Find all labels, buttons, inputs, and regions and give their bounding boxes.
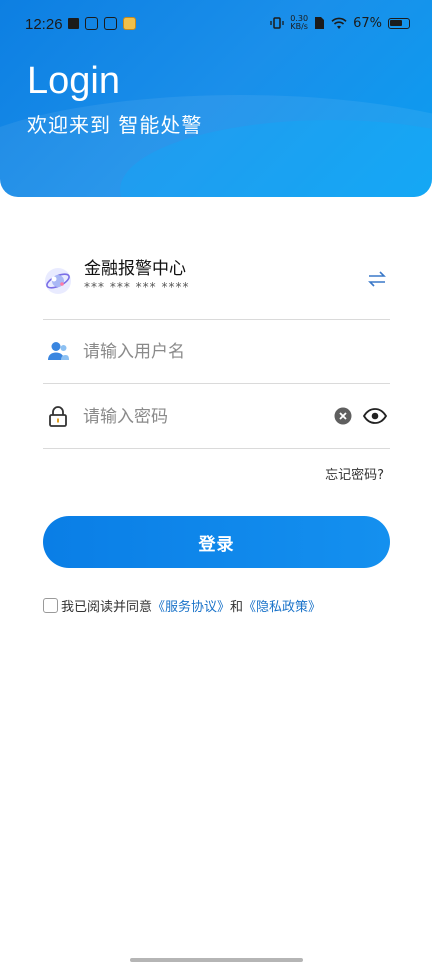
status-right: 0.30 KB/s 67% <box>270 15 410 31</box>
app-notification-icon <box>68 18 79 29</box>
switch-arrows-icon[interactable] <box>366 268 388 290</box>
wifi-icon <box>331 17 347 29</box>
page-title: Login <box>27 60 120 102</box>
agreement-row: 我已阅读并同意 《服务协议》 和 《隐私政策》 <box>43 596 321 615</box>
network-speed: 0.30 KB/s <box>290 15 308 31</box>
agreement-and: 和 <box>230 600 244 615</box>
page-subtitle: 欢迎来到 智能处警 <box>27 113 203 137</box>
clear-icon[interactable] <box>334 407 352 425</box>
speed-unit: KB/s <box>290 22 308 31</box>
sim-icon <box>315 17 325 29</box>
org-selector[interactable]: 金融报警中心 *** *** *** **** <box>43 246 390 320</box>
agreement-checkbox[interactable] <box>43 598 58 613</box>
notification-icons <box>68 17 136 30</box>
agreement-prefix: 我已阅读并同意 <box>61 600 153 615</box>
privacy-policy-link[interactable]: 《隐私政策》 <box>243 596 321 615</box>
lock-icon <box>49 406 67 427</box>
org-phone: *** *** *** **** <box>84 280 190 294</box>
user-icon <box>48 342 69 360</box>
alarm-center-logo <box>45 268 71 294</box>
battery-percent: 67% <box>353 15 382 31</box>
password-row <box>43 385 390 449</box>
battery-icon <box>388 17 410 29</box>
eye-icon[interactable] <box>363 406 387 426</box>
app-notification-icon <box>85 17 98 30</box>
forgot-password-link[interactable]: 忘记密码? <box>325 464 384 483</box>
status-time: 12:26 <box>25 16 63 33</box>
app-notification-icon <box>123 17 136 30</box>
login-button[interactable]: 登录 <box>43 516 390 568</box>
home-indicator[interactable] <box>130 958 303 962</box>
password-input[interactable] <box>83 403 323 431</box>
vibrate-icon <box>270 17 284 29</box>
app-notification-icon <box>104 17 117 30</box>
username-row <box>43 320 390 384</box>
status-bar: 12:26 0.30 KB/s 67% <box>0 0 432 52</box>
service-agreement-link[interactable]: 《服务协议》 <box>152 596 230 615</box>
org-name: 金融报警中心 <box>84 259 186 279</box>
username-input[interactable] <box>83 338 323 366</box>
